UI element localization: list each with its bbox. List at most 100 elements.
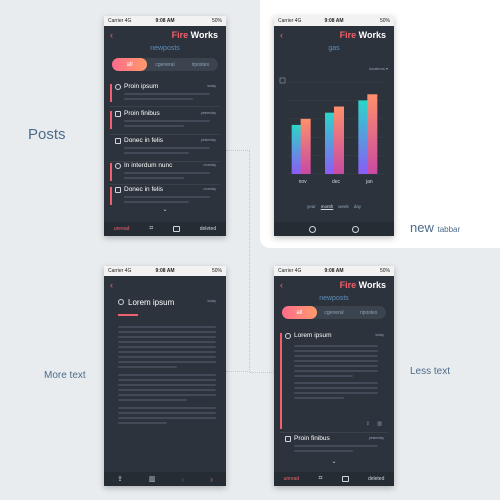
chevron-down-icon[interactable]: ⌄ xyxy=(274,458,394,465)
text-lines xyxy=(124,172,210,182)
tab-day[interactable]: day xyxy=(354,204,361,209)
new-word: new xyxy=(410,220,434,235)
x-tick-label: nov xyxy=(299,179,308,185)
list-item[interactable]: Donec in felis yesterday xyxy=(110,137,220,157)
divider xyxy=(110,134,220,135)
briefcase-icon[interactable] xyxy=(172,226,180,232)
posts-label: Posts xyxy=(28,126,66,143)
text-lines xyxy=(124,147,210,157)
detail-date: today xyxy=(207,299,216,303)
circle-icon xyxy=(115,84,121,90)
tab-bar xyxy=(274,222,394,236)
unread-accent xyxy=(110,111,112,129)
tabbar-word: tabbar xyxy=(437,225,461,234)
phone-chart: Carrier 4G 9:08 AM 50% ‹ Fire Works gas … xyxy=(274,16,394,236)
period-tabs: year month week day xyxy=(274,204,394,209)
tab-bar: unread ⌗ deleted xyxy=(104,222,226,236)
back-chevron-icon[interactable]: ‹ xyxy=(280,280,283,290)
tag-icon[interactable]: ⌗ xyxy=(318,475,322,483)
text-lines xyxy=(294,445,378,455)
briefcase-icon[interactable] xyxy=(341,476,349,482)
divider xyxy=(110,184,220,185)
trash-icon[interactable]: ▥ xyxy=(377,421,382,427)
bar-jan-0 xyxy=(358,100,369,174)
tag-icon[interactable]: ⌗ xyxy=(149,225,153,233)
clock: 9:08 AM xyxy=(155,18,175,24)
tab-cgeneral[interactable]: cgeneral xyxy=(317,306,352,319)
deleted-tab[interactable]: deleted xyxy=(368,476,384,482)
list-item-expanded[interactable]: Lorem ipsum today ⇪ ▥ xyxy=(280,332,388,429)
phone-detail: Carrier 4G 9:08 AM 50% ‹ Lorem ipsum tod… xyxy=(104,266,226,486)
status-bar: Carrier 4G 9:08 AM 50% xyxy=(104,16,226,26)
screen-title: newposts xyxy=(150,45,180,52)
tab-week[interactable]: week xyxy=(338,204,349,209)
share-icon[interactable]: ⇪ xyxy=(366,421,370,427)
status-bar: Carrier 4G 9:08 AM 50% xyxy=(104,266,226,276)
unread-accent xyxy=(110,187,112,205)
bar-nov-0 xyxy=(291,124,302,174)
share-icon[interactable]: ⇪ xyxy=(117,475,123,483)
tab-ripostes[interactable]: ripostes xyxy=(351,306,386,319)
deleted-tab[interactable]: deleted xyxy=(200,226,216,232)
detail-title: Lorem ipsum xyxy=(128,298,175,307)
filter-tabs: all cgeneral ripostes xyxy=(282,306,386,319)
list-item[interactable]: Proin ipsum today xyxy=(110,83,220,102)
new-tabbar-label: new tabbar xyxy=(410,220,460,235)
unread-accent xyxy=(280,333,282,429)
status-bar: Carrier 4G 9:08 AM 50% xyxy=(274,266,394,276)
next-arrow-icon[interactable]: › xyxy=(210,475,213,484)
more-text-label: More text xyxy=(44,370,86,381)
message-icon xyxy=(285,436,291,442)
back-chevron-icon[interactable]: ‹ xyxy=(110,280,113,290)
tab-year[interactable]: year xyxy=(307,204,316,209)
list-item[interactable]: Proin finibus yesterday xyxy=(110,110,220,130)
trash-icon[interactable]: ▥ xyxy=(149,475,156,483)
back-chevron-icon[interactable]: ‹ xyxy=(280,30,283,40)
chart-info-icon xyxy=(279,77,286,84)
tab-cgeneral[interactable]: cgeneral xyxy=(147,58,182,71)
unread-accent xyxy=(110,84,112,102)
message-icon xyxy=(115,187,121,193)
list-item[interactable]: Donec in felis monday xyxy=(110,186,220,206)
title-underline xyxy=(118,314,138,316)
chevron-down-icon[interactable]: ⌄ xyxy=(104,206,226,213)
list-item[interactable]: Proin finibus yesterday xyxy=(280,435,388,455)
tab-month[interactable]: month xyxy=(321,204,334,209)
tab-ripostes[interactable]: ripostes xyxy=(183,58,218,71)
divider xyxy=(110,106,220,107)
connector-line xyxy=(226,150,250,372)
bar-dec-0 xyxy=(325,112,335,174)
tab-all[interactable]: all xyxy=(282,306,317,319)
status-bar: Carrier 4G 9:08 AM 50% xyxy=(274,16,394,26)
tab-bar: unread ⌗ deleted xyxy=(274,472,394,486)
body-text xyxy=(118,326,216,427)
back-chevron-icon[interactable]: ‹ xyxy=(110,30,113,40)
circle-icon xyxy=(285,333,291,339)
bar-jan-1 xyxy=(367,94,378,174)
bar-nov-1 xyxy=(300,118,311,174)
app-title: Fire Works xyxy=(339,30,386,40)
filter-tabs: all cgeneral ripostes xyxy=(112,58,218,71)
detail-header: Lorem ipsum today xyxy=(110,298,220,315)
text-lines xyxy=(124,120,210,130)
tab-all[interactable]: all xyxy=(112,58,148,71)
app-title: Fire Works xyxy=(339,280,386,290)
tab-bar: ⇪ ▥ ‹ › xyxy=(104,472,226,486)
text-lines xyxy=(124,196,210,206)
phone-posts: Carrier 4G 9:08 AM 50% ‹ Fire Works newp… xyxy=(104,16,226,236)
less-text-label: Less text xyxy=(410,366,451,377)
divider xyxy=(280,432,388,433)
unread-tab[interactable]: unread xyxy=(114,226,130,232)
app-title: Fire Works xyxy=(171,30,218,40)
clock-icon[interactable] xyxy=(309,225,317,233)
message-icon xyxy=(115,111,121,117)
list-item[interactable]: In interdum nunc monday xyxy=(110,162,220,182)
phone-less-text: Carrier 4G 9:08 AM 50% ‹ Fire Works newp… xyxy=(274,266,394,486)
locations-dropdown[interactable]: locations ▾ xyxy=(369,66,388,71)
circle-icon xyxy=(118,299,124,305)
unread-tab[interactable]: unread xyxy=(284,476,300,482)
connector-line xyxy=(250,372,274,373)
prev-arrow-icon[interactable]: ‹ xyxy=(182,475,185,484)
info-icon[interactable] xyxy=(351,225,359,233)
bar-chart: nov dec jan xyxy=(279,77,386,185)
